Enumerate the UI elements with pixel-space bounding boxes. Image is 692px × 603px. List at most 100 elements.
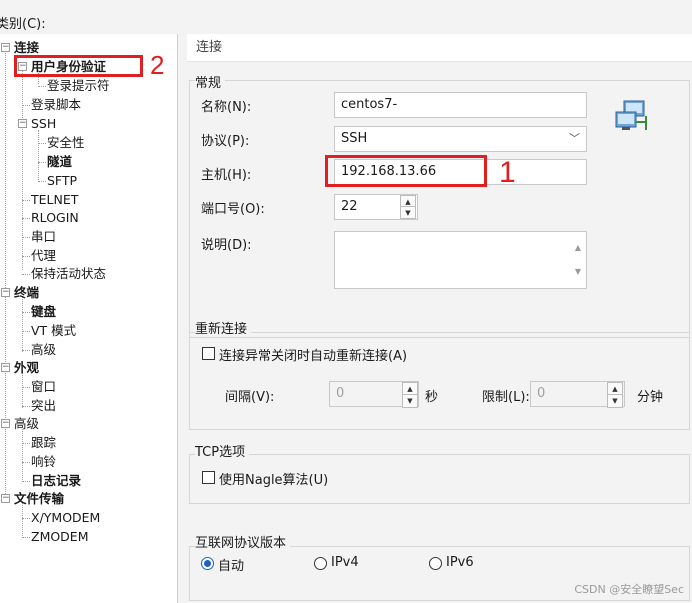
tree-item-terminal[interactable]: 终端 [14,284,39,301]
tree-item-xymodem[interactable]: X/YMODEM [31,509,100,526]
scroll-down-icon[interactable]: ▼ [575,260,581,284]
tree-item-login-script[interactable]: 登录脚本 [31,96,81,113]
tree-item-vt-mode[interactable]: VT 模式 [31,322,76,339]
ip-auto-radio[interactable] [201,557,214,570]
tree-advanced-line [22,427,23,482]
tree-branch [22,105,30,106]
nagle-checkbox[interactable] [202,471,215,484]
tree-item-terminal-advanced[interactable]: 高级 [31,341,56,358]
chevron-down-icon: ﹀ [569,132,580,145]
ipv4-label: IPv4 [331,555,359,570]
annotation-number-2: 2 [150,50,165,80]
auto-reconnect-checkbox[interactable] [202,347,215,360]
port-label: 端口号(O): [201,202,265,217]
expand-terminal-icon[interactable]: − [1,288,10,297]
tree-branch [38,181,46,182]
expand-advanced-icon[interactable]: − [1,419,10,428]
tree-item-serial[interactable]: 串口 [31,228,56,245]
tree-branch [22,350,30,351]
tree-filetransfer-line [22,502,23,538]
tree-item-keepalive[interactable]: 保持活动状态 [31,265,106,282]
annotation-number-1: 1 [499,156,516,189]
ipv6-radio[interactable] [429,557,442,570]
host-label: 主机(H): [201,168,252,183]
tree-branch [22,443,30,444]
ip-version-group-title: 互联网协议版本 [195,532,291,551]
tree-item-connection[interactable]: 连接 [14,39,39,56]
expand-ssh-icon[interactable]: − [18,119,27,128]
reconnect-group-title: 重新连接 [195,318,252,337]
tree-branch [22,256,30,257]
expand-appearance-icon[interactable]: − [1,363,10,372]
general-group-title: 常规 [195,72,226,91]
panel-title: 连接 [187,34,692,62]
tree-branch [22,218,30,219]
tree-branch [22,200,30,201]
name-label: 名称(N): [201,100,252,115]
interval-label: 间隔(V): [225,390,275,405]
name-input[interactable]: centos7- [334,92,587,118]
tree-item-login-prompt[interactable]: 登录提示符 [47,77,110,94]
limit-stepper[interactable]: ▲ ▼ [607,382,623,408]
tree-branch [38,86,46,87]
protocol-label: 协议(P): [201,134,250,149]
tree-item-trace[interactable]: 跟踪 [31,434,56,451]
category-label: 类别(C): [0,17,46,32]
tree-item-security[interactable]: 安全性 [47,134,85,151]
tree-item-tunnel[interactable]: 隧道 [47,153,72,170]
description-label: 说明(D): [201,238,252,253]
expand-connection-icon[interactable]: − [1,43,10,52]
expand-filetransfer-icon[interactable]: − [1,494,10,503]
tree-item-proxy[interactable]: 代理 [31,247,56,264]
ipv4-radio[interactable] [314,557,327,570]
tree-item-highlight[interactable]: 突出 [31,397,56,414]
tree-branch [22,331,30,332]
tcp-group-title: TCP选项 [195,441,250,460]
category-tree[interactable]: − 连接 − 用户身份验证 2 登录提示符 登录脚本 − SSH 安全性 隧道 … [0,34,178,603]
tree-item-keyboard[interactable]: 键盘 [31,303,56,320]
tree-item-zmodem[interactable]: ZMODEM [31,528,89,545]
interval-stepper[interactable]: ▲ ▼ [402,382,418,408]
tree-item-logging[interactable]: 日志记录 [31,472,81,489]
tree-appearance-line [22,371,23,408]
nagle-label: 使用Nagle算法(U) [219,473,329,488]
tree-root-line [5,48,6,498]
scroll-up-icon[interactable]: ▲ [575,236,581,260]
tree-branch [22,481,30,482]
tree-conn-line [22,70,23,270]
tree-branch [22,462,30,463]
tree-ssh-line [38,130,39,182]
tree-branch [22,406,30,407]
tree-branch [22,537,30,538]
tree-item-bell[interactable]: 响铃 [31,453,56,470]
limit-label: 限制(L): [482,390,530,405]
tree-branch [22,387,30,388]
tree-item-advanced[interactable]: 高级 [14,415,39,432]
tree-branch [22,237,30,238]
tree-branch [22,518,30,519]
tree-item-ssh[interactable]: SSH [31,115,56,132]
port-stepper[interactable]: ▲ ▼ [400,195,416,219]
limit-unit: 分钟 [637,390,664,405]
tree-item-rlogin[interactable]: RLOGIN [31,209,79,226]
tree-item-telnet[interactable]: TELNET [31,191,78,208]
ip-auto-label: 自动 [218,559,245,574]
tree-branch [22,274,30,275]
tree-terminal-line [22,296,23,352]
description-textarea[interactable]: ▲ ▼ [334,231,587,289]
network-computers-icon [615,100,647,130]
protocol-value: SSH [341,131,368,146]
interval-unit: 秒 [425,390,439,405]
tree-branch [22,312,30,313]
settings-panel: 连接 常规 名称(N): centos7- 协议(P): SSH ﹀ 主机(H)… [187,34,692,603]
protocol-select[interactable]: SSH ﹀ [334,126,587,152]
tree-item-appearance[interactable]: 外观 [14,359,39,376]
tree-item-file-transfer[interactable]: 文件传输 [14,490,64,507]
auto-reconnect-label: 连接异常关闭时自动重新连接(A) [219,349,408,364]
tree-item-window[interactable]: 窗口 [31,378,56,395]
annotation-box-1 [325,155,487,187]
ipv6-label: IPv6 [446,555,474,570]
tree-branch [38,162,46,163]
watermark: CSDN @安全瞭望Sec [574,583,684,596]
tree-item-sftp[interactable]: SFTP [47,172,77,189]
